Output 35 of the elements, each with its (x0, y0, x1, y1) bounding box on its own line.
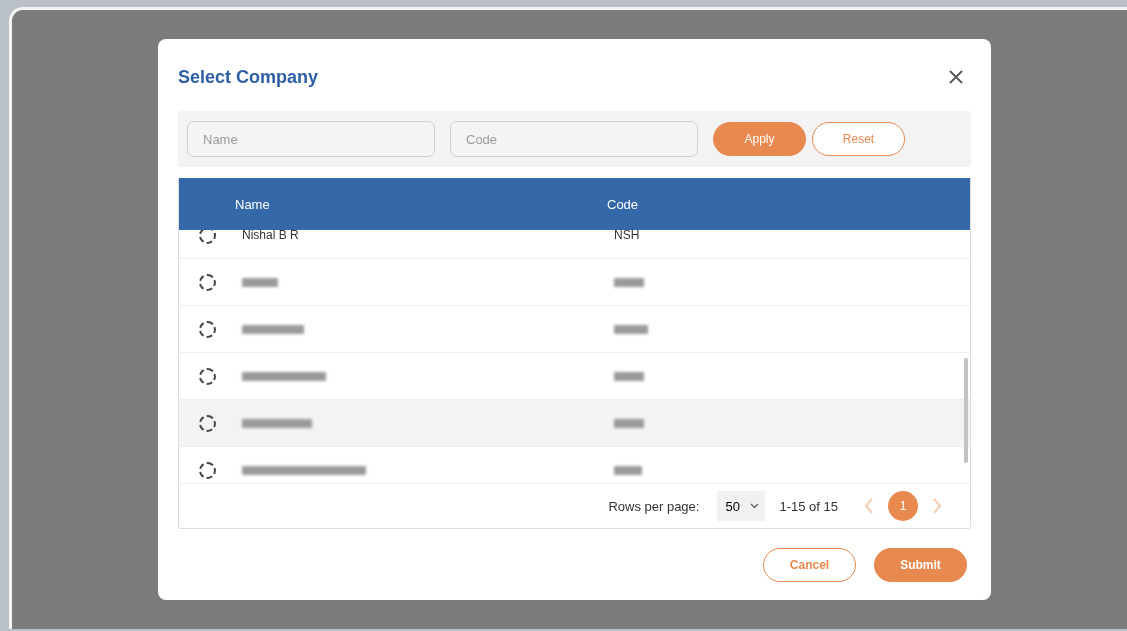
redacted-text (242, 324, 304, 334)
redacted-text (242, 277, 278, 287)
input-field[interactable]: Code (450, 121, 698, 157)
radio-button[interactable] (199, 367, 216, 385)
redacted-text (614, 277, 644, 287)
reset-button[interactable]: Reset (812, 122, 905, 156)
rows-per-page-select[interactable]: 50 (717, 491, 766, 521)
table-cell-text: NSH (614, 230, 641, 242)
redacted-text (242, 418, 312, 428)
redacted-text (614, 465, 642, 475)
dialog-title: Select Company (178, 66, 319, 88)
page-range: 1-15 of 15 (779, 498, 838, 514)
column-header: Name (235, 196, 271, 212)
cancel-button[interactable]: Cancel (763, 548, 856, 582)
column-header: Code (607, 196, 640, 212)
apply-button[interactable]: Apply (713, 122, 806, 156)
table-cell-text: Nishal B R (242, 230, 300, 242)
rows-per-page-label: Rows per page: (608, 498, 700, 514)
radio-button[interactable] (199, 414, 216, 432)
redacted-text (614, 418, 644, 428)
caret-icon (750, 503, 760, 509)
table-row[interactable]: Nishal B R NSH (179, 230, 970, 259)
scrollbar[interactable] (964, 358, 968, 463)
redacted-text (614, 371, 644, 381)
submit-button[interactable]: Submit (874, 548, 967, 582)
page-button[interactable]: 1 (888, 491, 918, 521)
close-icon[interactable] (949, 70, 963, 84)
next-page-icon[interactable] (932, 498, 942, 514)
redacted-text (614, 324, 648, 334)
radio-button[interactable] (199, 320, 216, 338)
radio-button[interactable] (199, 273, 216, 291)
radio-button[interactable] (199, 230, 216, 244)
input-field[interactable]: Name (187, 121, 435, 157)
radio-button[interactable] (199, 461, 216, 479)
previous-page-icon[interactable] (864, 498, 874, 514)
